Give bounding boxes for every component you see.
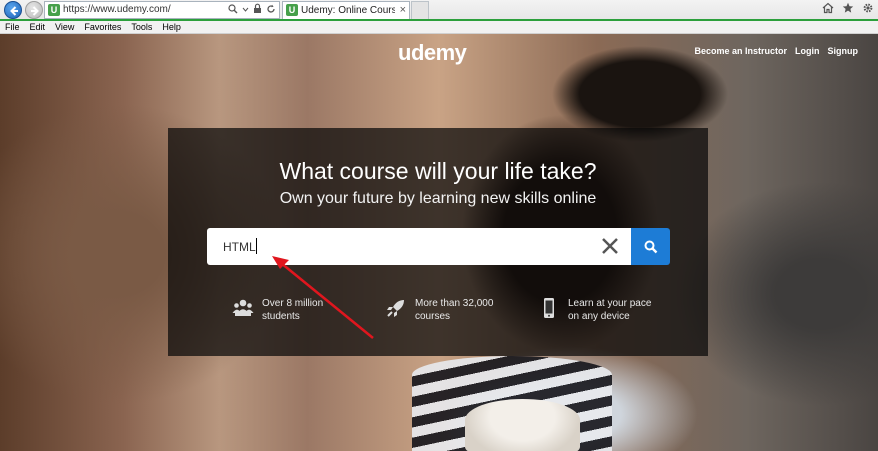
udemy-favicon-icon: U <box>286 4 298 16</box>
back-arrow-icon <box>10 6 18 16</box>
lock-icon[interactable] <box>253 3 262 17</box>
page-title: What course will your life take? <box>279 158 597 184</box>
search-button[interactable] <box>631 228 670 265</box>
tab-title: Udemy: Online Courses An... <box>301 5 395 16</box>
address-bar[interactable]: U https://www.udemy.com/ <box>44 1 280 19</box>
feature-mobile: Learn at your pace on any device <box>538 297 668 323</box>
feature-courses-line1: More than 32,000 <box>415 298 494 309</box>
become-instructor-link[interactable]: Become an Instructor <box>694 46 787 56</box>
dropdown-chevron-icon[interactable] <box>242 3 249 17</box>
feature-mobile-line1: Learn at your pace <box>568 298 652 309</box>
signup-link[interactable]: Signup <box>828 46 859 56</box>
udemy-favicon-icon: U <box>48 4 60 16</box>
menu-favorites[interactable]: Favorites <box>84 21 121 33</box>
search-input[interactable] <box>223 237 563 257</box>
home-icon[interactable] <box>822 2 834 17</box>
refresh-icon[interactable] <box>266 3 276 17</box>
settings-gear-icon[interactable] <box>862 2 874 17</box>
mobile-icon <box>544 298 554 318</box>
menu-view[interactable]: View <box>55 21 74 33</box>
background-photo-cup <box>465 399 580 451</box>
page-subtitle: Own your future by learning new skills o… <box>279 190 597 207</box>
forward-button[interactable] <box>25 1 43 19</box>
menu-bar: File Edit View Favorites Tools Help <box>0 21 878 34</box>
menu-file[interactable]: File <box>5 21 20 33</box>
rocket-icon <box>387 300 404 317</box>
clear-search-icon[interactable] <box>600 236 620 256</box>
feature-students-line1: Over 8 million <box>262 298 324 309</box>
feature-courses: More than 32,000 courses <box>385 297 515 323</box>
tab-close-icon[interactable]: × <box>400 4 406 16</box>
search-box <box>207 228 631 265</box>
tab-udemy[interactable]: U Udemy: Online Courses An... × <box>282 1 410 20</box>
feature-students-line2: students <box>262 311 300 322</box>
hero-section: udemy Become an Instructor Login Signup … <box>0 34 878 451</box>
feature-students: Over 8 million students <box>232 297 362 323</box>
menu-tools[interactable]: Tools <box>131 21 152 33</box>
menu-help[interactable]: Help <box>162 21 181 33</box>
users-icon <box>232 299 254 316</box>
search-icon[interactable] <box>228 3 238 17</box>
address-url[interactable]: https://www.udemy.com/ <box>63 4 171 15</box>
browser-toolbar: U https://www.udemy.com/ U Udemy: Online… <box>0 0 878 20</box>
forward-arrow-icon <box>31 6 39 16</box>
back-button[interactable] <box>4 1 22 19</box>
feature-courses-line2: courses <box>415 311 451 322</box>
login-link[interactable]: Login <box>795 46 820 56</box>
feature-mobile-line2: on any device <box>568 311 630 322</box>
search-icon <box>644 240 658 254</box>
search-panel: What course will your life take? Own you… <box>168 128 708 356</box>
new-tab-button[interactable] <box>411 1 429 20</box>
text-caret <box>256 238 257 254</box>
menu-edit[interactable]: Edit <box>30 21 46 33</box>
favorites-star-icon[interactable] <box>842 2 854 17</box>
top-nav: Become an Instructor Login Signup <box>694 46 858 56</box>
udemy-logo[interactable]: udemy <box>398 40 467 66</box>
